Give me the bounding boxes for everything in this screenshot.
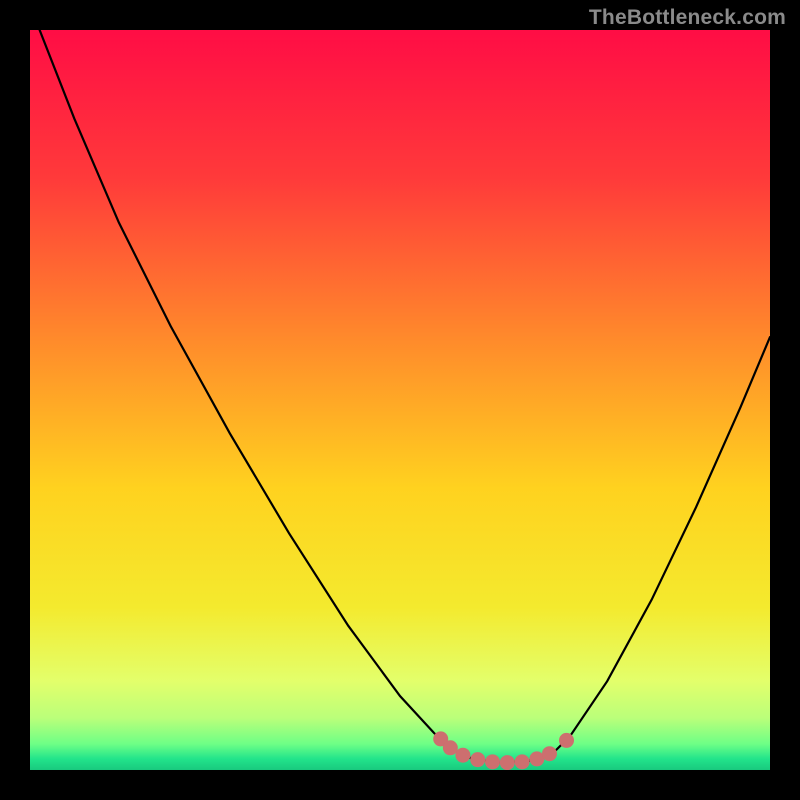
watermark-text: TheBottleneck.com <box>589 6 786 30</box>
marker-dot <box>559 733 574 748</box>
marker-dot <box>485 754 500 769</box>
marker-dot <box>443 740 458 755</box>
marker-dot <box>542 746 557 761</box>
marker-dot <box>470 752 485 767</box>
marker-dot <box>500 755 515 770</box>
plot-area <box>30 30 770 770</box>
marker-dot <box>515 754 530 769</box>
marker-dot <box>455 748 470 763</box>
gradient-background <box>30 30 770 770</box>
chart-frame: TheBottleneck.com <box>0 0 800 800</box>
chart-svg <box>30 30 770 770</box>
